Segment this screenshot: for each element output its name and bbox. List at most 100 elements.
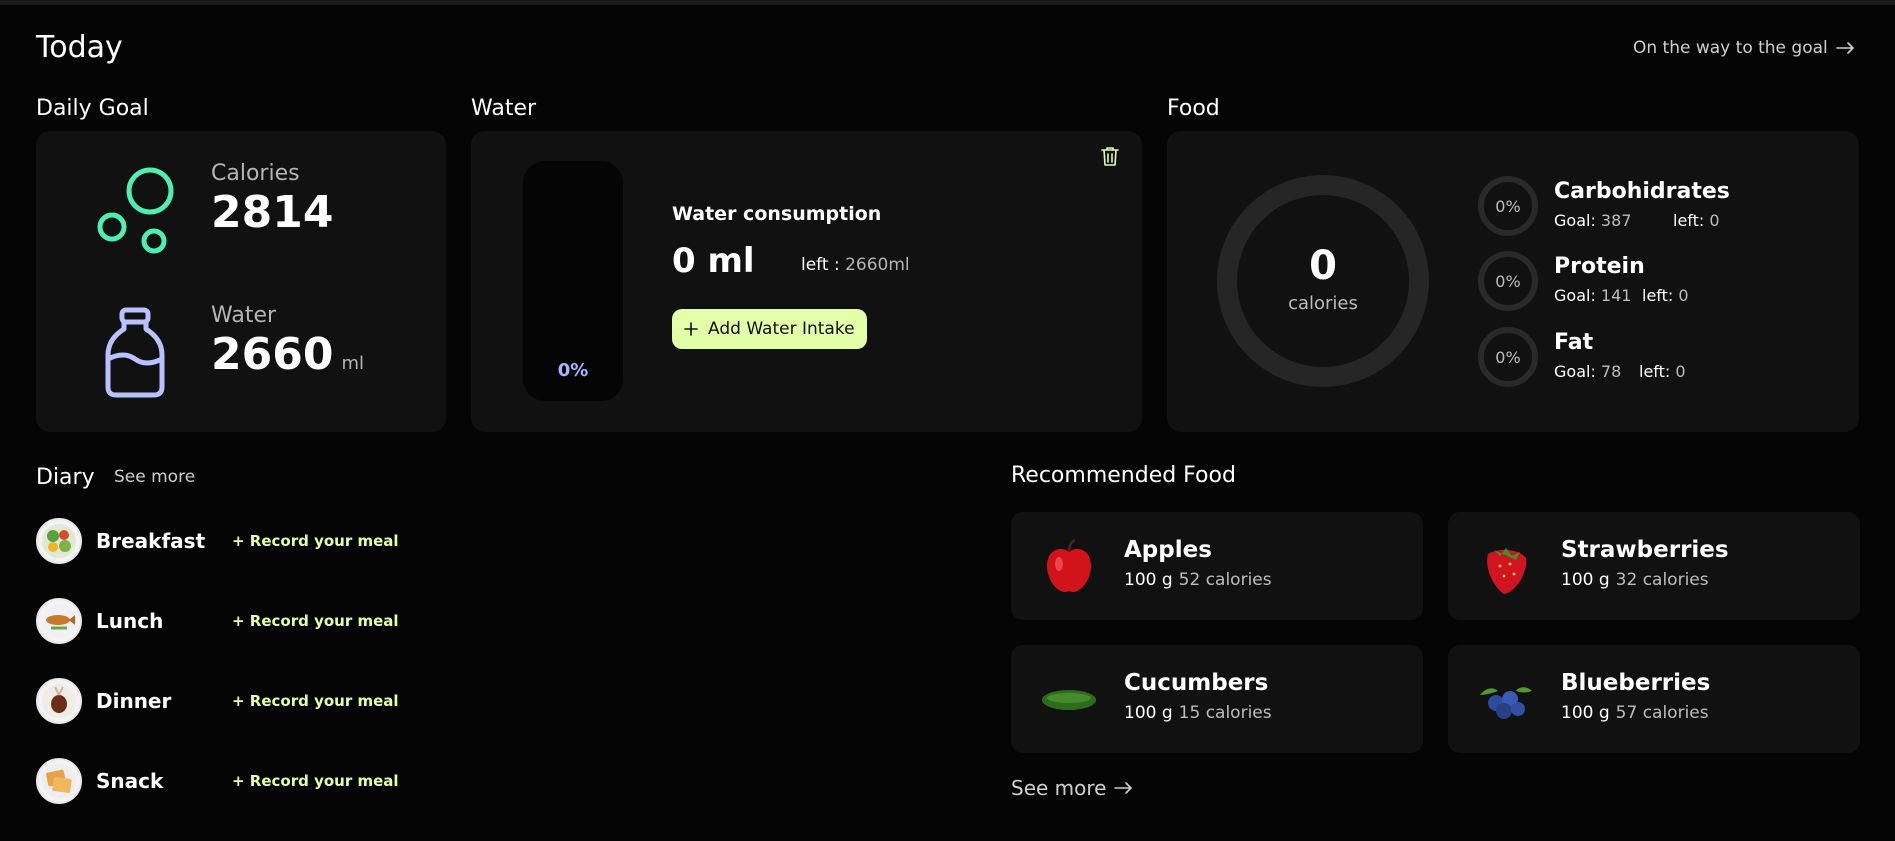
diary-heading: Diary (36, 465, 95, 490)
record-meal-dinner-link[interactable]: + Record your meal (232, 692, 399, 710)
water-heading: Water (471, 96, 537, 121)
food-calories-blueberries: 57 calories (1615, 703, 1709, 723)
goal-link[interactable]: On the way to the goal (1633, 38, 1856, 58)
arrow-right-icon (1114, 782, 1133, 794)
meal-name-breakfast: Breakfast (96, 529, 206, 553)
water-left-value: 2660ml (845, 255, 910, 275)
protein-left: left: 0 (1642, 286, 1689, 305)
diary-item-dinner: Dinner + Record your meal (36, 678, 456, 724)
food-card: 0 calories 0% Carbohidrates Goal: 387 le… (1167, 131, 1859, 432)
carbs-left: left: 0 (1673, 211, 1720, 230)
fat-goal-label: Goal: (1554, 362, 1596, 381)
food-calories-strawberries: 32 calories (1615, 570, 1709, 590)
food-calories-label: calories (1288, 293, 1358, 314)
protein-left-value: 0 (1678, 286, 1689, 305)
food-info-apples: 100 g 52 calories (1124, 570, 1272, 590)
food-card-strawberries[interactable]: Strawberries 100 g 32 calories (1448, 512, 1860, 620)
food-card-apples[interactable]: Apples 100 g 52 calories (1011, 512, 1423, 620)
daily-goal-card: Calories 2814 Water 2660 ml (36, 131, 446, 432)
daily-goal-heading: Daily Goal (36, 96, 149, 121)
carbs-percent-ring: 0% (1478, 176, 1538, 236)
food-calories-value: 0 (1309, 243, 1337, 289)
trash-icon[interactable] (1099, 145, 1121, 167)
food-name-blueberries: Blueberries (1561, 670, 1711, 696)
recommended-food-heading: Recommended Food (1011, 463, 1236, 488)
water-goal-label: Water (211, 303, 277, 328)
food-heading: Food (1167, 96, 1220, 121)
roast-icon (36, 678, 82, 724)
protein-percent-ring: 0% (1478, 251, 1538, 311)
water-bottle-icon (105, 307, 165, 398)
fat-percent-ring: 0% (1478, 327, 1538, 387)
water-consumption-amount: 0 ml (672, 241, 755, 281)
record-meal-lunch-link[interactable]: + Record your meal (232, 612, 399, 630)
diary-item-snack: Snack + Record your meal (36, 758, 456, 804)
fat-goal: Goal: 78 (1554, 362, 1621, 381)
salad-icon (36, 518, 82, 564)
protein-left-label: left: (1642, 286, 1674, 305)
add-water-intake-button[interactable]: Add Water Intake (672, 309, 867, 349)
fat-left-value: 0 (1675, 362, 1686, 381)
goal-link-label: On the way to the goal (1633, 38, 1828, 58)
cucumber-icon (1042, 690, 1096, 710)
record-meal-snack-link[interactable]: + Record your meal (232, 772, 399, 790)
food-name-apples: Apples (1124, 537, 1212, 563)
fat-left-label: left: (1639, 362, 1671, 381)
water-goal-row: 2660 ml (211, 333, 364, 377)
water-card: 0% Water consumption 0 ml left : 2660ml … (471, 131, 1142, 432)
strawberry-icon (1487, 548, 1527, 594)
food-amount-apples: 100 g (1124, 570, 1173, 590)
top-border (0, 0, 1895, 5)
carbs-left-value: 0 (1709, 211, 1720, 230)
food-info-cucumbers: 100 g 15 calories (1124, 703, 1272, 723)
calories-value: 2814 (211, 187, 334, 238)
carbs-goal: Goal: 387 (1554, 211, 1631, 230)
fish-icon (36, 598, 82, 644)
water-goal-unit: ml (341, 353, 365, 374)
protein-goal-value: 141 (1600, 286, 1632, 305)
meal-name-dinner: Dinner (96, 689, 172, 713)
recommended-see-more-link[interactable]: See more (1011, 776, 1134, 800)
food-amount-strawberries: 100 g (1561, 570, 1610, 590)
carbs-left-label: left: (1673, 211, 1705, 230)
record-meal-breakfast-link[interactable]: + Record your meal (232, 532, 399, 550)
water-consumption-title: Water consumption (672, 203, 882, 225)
recommended-see-more-label: See more (1011, 776, 1107, 800)
food-info-strawberries: 100 g 32 calories (1561, 570, 1709, 590)
water-left-label: left : (801, 255, 840, 275)
food-card-cucumbers[interactable]: Cucumbers 100 g 15 calories (1011, 645, 1423, 753)
water-level-bar: 0% (523, 161, 623, 401)
carbs-goal-value: 387 (1600, 211, 1632, 230)
food-name-strawberries: Strawberries (1561, 537, 1729, 563)
food-amount-cucumbers: 100 g (1124, 703, 1173, 723)
water-left: left : 2660ml (801, 255, 910, 275)
food-info-blueberries: 100 g 57 calories (1561, 703, 1709, 723)
food-amount-blueberries: 100 g (1561, 703, 1610, 723)
carbs-name: Carbohidrates (1554, 179, 1730, 204)
meal-name-snack: Snack (96, 769, 164, 793)
protein-goal-label: Goal: (1554, 286, 1596, 305)
plus-icon (684, 322, 698, 336)
meal-name-lunch: Lunch (96, 609, 164, 633)
fat-left: left: 0 (1639, 362, 1686, 381)
calories-bubbles-icon (97, 167, 174, 254)
fat-goal-value: 78 (1600, 362, 1622, 381)
food-name-cucumbers: Cucumbers (1124, 670, 1269, 696)
calories-label: Calories (211, 161, 300, 186)
add-water-intake-label: Add Water Intake (708, 319, 855, 339)
crackers-icon (36, 758, 82, 804)
carbs-goal-label: Goal: (1554, 211, 1596, 230)
protein-goal: Goal: 141 (1554, 286, 1631, 305)
protein-name: Protein (1554, 254, 1645, 279)
blueberry-icon (1480, 687, 1532, 719)
page-title: Today (36, 30, 123, 65)
apple-icon (1047, 538, 1091, 592)
diary-item-lunch: Lunch + Record your meal (36, 598, 456, 644)
water-goal-value: 2660 (211, 329, 334, 380)
food-calories-cucumbers: 15 calories (1178, 703, 1272, 723)
water-level-percent: 0% (557, 360, 589, 381)
arrow-right-icon (1835, 42, 1854, 54)
food-calories-apples: 52 calories (1178, 570, 1272, 590)
food-card-blueberries[interactable]: Blueberries 100 g 57 calories (1448, 645, 1860, 753)
diary-see-more-link[interactable]: See more (114, 467, 195, 487)
